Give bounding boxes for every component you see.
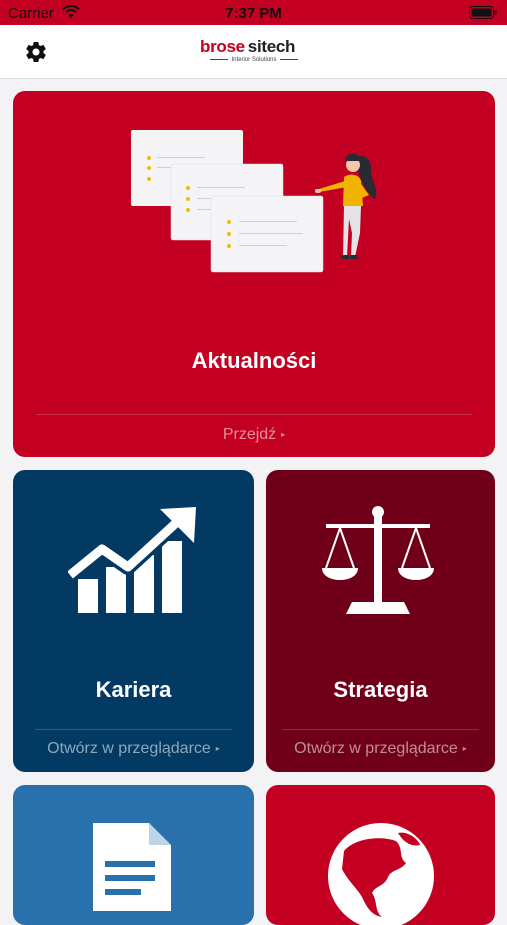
career-title: Kariera bbox=[95, 677, 172, 702]
news-illustration bbox=[131, 130, 377, 273]
logo-tagline: Interior Solutions bbox=[200, 56, 308, 64]
status-bar: Carrier 7:37 PM bbox=[0, 0, 507, 25]
world-card[interactable] bbox=[266, 785, 495, 925]
strategy-link-label: Otwórz w przeglądarce bbox=[294, 740, 458, 757]
strategy-divider bbox=[282, 729, 479, 730]
clock: 7:37 PM bbox=[225, 5, 282, 22]
scales-icon bbox=[322, 506, 434, 614]
logo-brand: brose bbox=[200, 37, 245, 56]
career-divider bbox=[35, 729, 232, 730]
news-link-label: Przejdź bbox=[222, 426, 277, 443]
news-open-link[interactable]: Przejdź ▸ bbox=[13, 426, 495, 444]
gear-icon[interactable] bbox=[24, 40, 48, 64]
growth-chart-icon bbox=[68, 507, 196, 613]
news-card[interactable]: Aktualności Przejdź ▸ bbox=[13, 91, 495, 457]
document-icon bbox=[93, 823, 171, 911]
strategy-title: Strategia bbox=[333, 677, 428, 702]
documents-card[interactable] bbox=[13, 785, 254, 925]
caret-right-icon: ▸ bbox=[462, 744, 467, 754]
battery-icon bbox=[469, 6, 497, 19]
logo-name: sitech bbox=[247, 37, 296, 56]
caret-right-icon: ▸ bbox=[215, 744, 220, 754]
news-title: Aktualności bbox=[191, 348, 317, 373]
caret-right-icon: ▸ bbox=[281, 430, 286, 440]
globe-icon bbox=[328, 823, 434, 925]
news-divider bbox=[36, 414, 472, 415]
brand-logo: brose sitech Interior Solutions bbox=[200, 38, 308, 68]
career-card[interactable]: Kariera Otwórz w przeglądarce ▸ bbox=[13, 470, 254, 772]
career-link-label: Otwórz w przeglądarce bbox=[47, 740, 211, 757]
strategy-open-link[interactable]: Otwórz w przeglądarce ▸ bbox=[266, 740, 495, 758]
strategy-card[interactable]: Strategia Otwórz w przeglądarce ▸ bbox=[266, 470, 495, 772]
app-header: brose sitech Interior Solutions bbox=[0, 25, 507, 79]
career-open-link[interactable]: Otwórz w przeglądarce ▸ bbox=[13, 740, 254, 758]
